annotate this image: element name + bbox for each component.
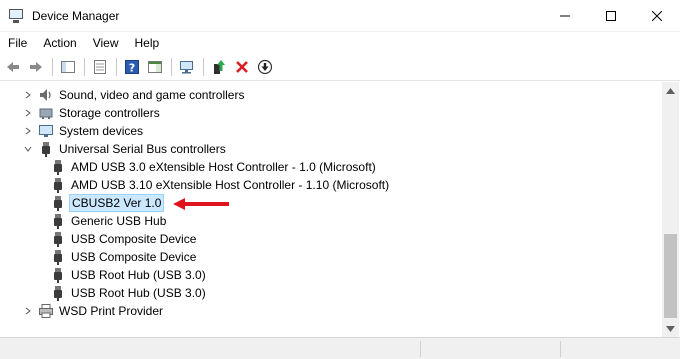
menu-file[interactable]: File	[0, 32, 35, 54]
window-controls	[542, 0, 680, 32]
tree-item-label: USB Composite Device	[71, 250, 197, 264]
tree-item-label: AMD USB 3.10 eXtensible Host Controller …	[71, 178, 390, 192]
scroll-down-icon	[666, 325, 675, 332]
disable-device-icon	[257, 59, 273, 75]
maximize-button[interactable]	[588, 0, 634, 32]
system-devices-icon	[38, 123, 54, 139]
show-action-pane-button[interactable]	[144, 56, 166, 78]
tree-item-label: CBUSB2 Ver 1.0	[69, 194, 165, 212]
expand-chevron-icon[interactable]	[22, 104, 34, 122]
tree-item-wsd-print-provider[interactable]: WSD Print Provider	[22, 302, 165, 320]
toolbar-separator	[116, 58, 117, 76]
tree-item-usb-device[interactable]: AMD USB 3.0 eXtensible Host Controller -…	[46, 158, 378, 176]
tree-item-storage-controllers[interactable]: Storage controllers	[22, 104, 162, 122]
show-hide-console-tree-button[interactable]	[57, 56, 79, 78]
window-title: Device Manager	[32, 8, 120, 23]
tree-item-label: System devices	[59, 124, 144, 138]
tree-item-label: WSD Print Provider	[59, 304, 164, 318]
speaker-icon	[38, 87, 54, 103]
device-manager-icon	[8, 8, 24, 24]
toolbar-separator	[52, 58, 53, 76]
properties-icon	[94, 60, 106, 74]
show-hide-console-tree-icon	[61, 61, 75, 73]
usb-device-icon	[50, 159, 66, 175]
uninstall-device-button[interactable]	[231, 56, 253, 78]
printer-icon	[38, 303, 54, 319]
expand-chevron-icon[interactable]	[22, 302, 34, 320]
usb-device-icon	[50, 249, 66, 265]
usb-device-icon	[50, 195, 66, 211]
help-button[interactable]: ?	[121, 56, 143, 78]
menu-action[interactable]: Action	[35, 32, 84, 54]
svg-text:?: ?	[129, 62, 135, 75]
tree-item-usb-device[interactable]: USB Composite Device	[46, 248, 198, 266]
tree-item-label: USB Composite Device	[71, 232, 197, 246]
help-icon: ?	[125, 60, 139, 75]
red-arrow-annotation	[173, 198, 229, 210]
usb-icon	[38, 141, 54, 157]
toolbar: ?	[0, 54, 680, 81]
tree-item-label: USB Root Hub (USB 3.0)	[71, 268, 206, 282]
scan-hardware-icon	[180, 61, 193, 74]
tree-item-label: Universal Serial Bus controllers	[59, 142, 226, 156]
menu-bar: File Action View Help	[0, 32, 680, 54]
scroll-up-icon	[666, 87, 675, 94]
close-button[interactable]	[634, 0, 680, 32]
status-bar	[0, 337, 680, 359]
tree-item-usb-device[interactable]: USB Composite Device	[46, 230, 198, 248]
tree-item-usb-device[interactable]: USB Root Hub (USB 3.0)	[46, 266, 208, 284]
tree-item-usb-device[interactable]: Generic USB Hub	[46, 212, 168, 230]
back-button[interactable]	[2, 56, 24, 78]
maximize-icon	[606, 11, 616, 21]
tree-item-usb-device-selected[interactable]: CBUSB2 Ver 1.0	[46, 194, 165, 212]
title-bar: Device Manager	[0, 0, 680, 32]
usb-device-icon	[50, 177, 66, 193]
toolbar-separator	[84, 58, 85, 76]
tree-item-usb-device[interactable]: USB Root Hub (USB 3.0)	[46, 284, 208, 302]
scroll-down-button[interactable]	[662, 320, 679, 337]
uninstall-device-icon	[236, 61, 248, 73]
scroll-thumb[interactable]	[664, 234, 677, 318]
forward-button[interactable]	[25, 56, 47, 78]
toolbar-separator	[203, 58, 204, 76]
minimize-button[interactable]	[542, 0, 588, 32]
usb-device-icon	[50, 213, 66, 229]
status-segment	[420, 341, 421, 357]
tree-item-label: AMD USB 3.0 eXtensible Host Controller -…	[71, 160, 376, 174]
properties-button[interactable]	[89, 56, 111, 78]
tree-item-sound-video-game[interactable]: Sound, video and game controllers	[22, 86, 246, 104]
disable-device-button[interactable]	[254, 56, 276, 78]
close-icon	[652, 11, 662, 21]
toolbar-separator	[171, 58, 172, 76]
show-action-pane-icon	[148, 61, 162, 73]
menu-view[interactable]: View	[85, 32, 127, 54]
scan-hardware-button[interactable]	[176, 56, 198, 78]
usb-device-icon	[50, 285, 66, 301]
tree-item-label: Storage controllers	[59, 106, 160, 120]
tree-item-usb-device[interactable]: AMD USB 3.10 eXtensible Host Controller …	[46, 176, 391, 194]
tree-item-label: Sound, video and game controllers	[59, 88, 245, 102]
status-segment	[560, 341, 561, 357]
update-driver-button[interactable]	[208, 56, 230, 78]
expand-chevron-icon[interactable]	[22, 86, 34, 104]
tree-item-label: Generic USB Hub	[71, 214, 167, 228]
usb-device-icon	[50, 231, 66, 247]
tree-item-usb-controllers[interactable]: Universal Serial Bus controllers	[22, 140, 228, 158]
menu-help[interactable]: Help	[127, 32, 168, 54]
collapse-chevron-icon[interactable]	[22, 140, 34, 158]
forward-icon	[30, 62, 42, 72]
update-driver-icon	[214, 60, 225, 74]
tree-item-label: USB Root Hub (USB 3.0)	[71, 286, 206, 300]
usb-device-icon	[50, 267, 66, 283]
vertical-scrollbar[interactable]	[662, 82, 679, 337]
minimize-icon	[560, 15, 570, 17]
storage-controller-icon	[38, 105, 54, 121]
expand-chevron-icon[interactable]	[22, 122, 34, 140]
device-tree[interactable]: Sound, video and game controllers Storag…	[0, 82, 662, 337]
scroll-up-button[interactable]	[662, 82, 679, 99]
tree-item-system-devices[interactable]: System devices	[22, 122, 145, 140]
back-icon	[7, 62, 19, 72]
